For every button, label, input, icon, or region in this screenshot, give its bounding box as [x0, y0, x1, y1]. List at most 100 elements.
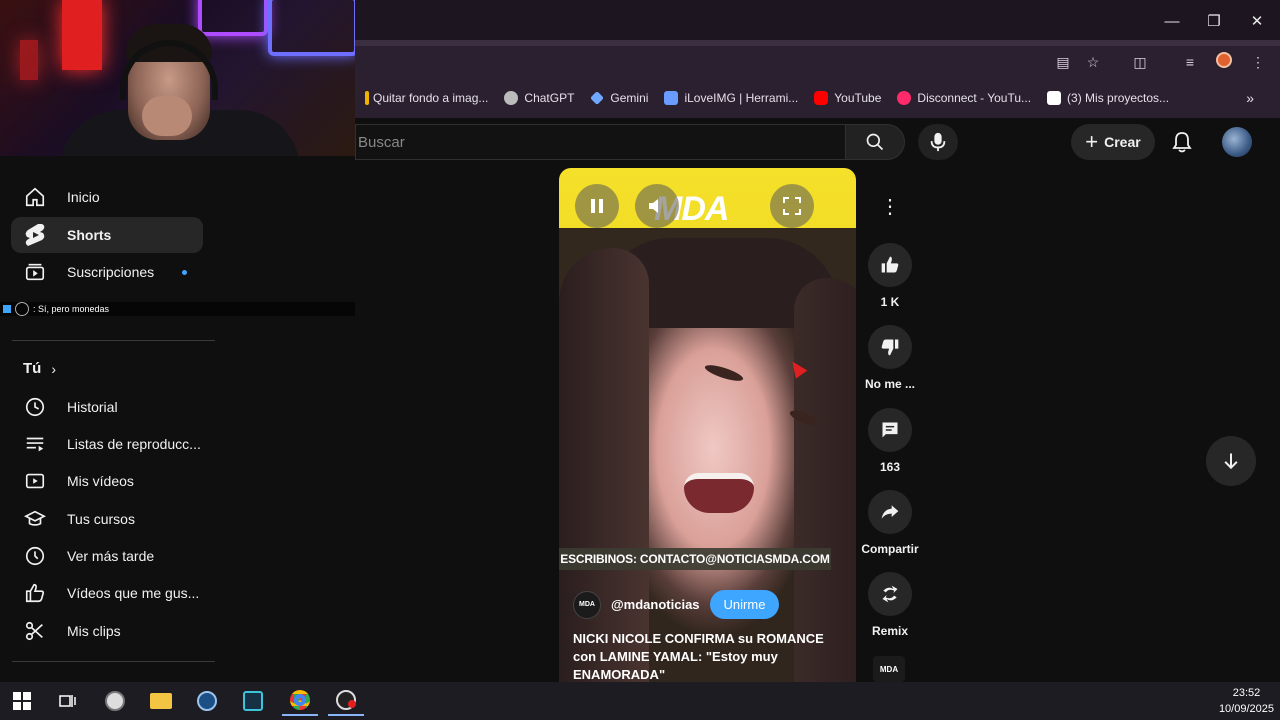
thumbs-up-icon	[23, 581, 47, 605]
plus-icon: +	[1085, 129, 1099, 154]
mute-button[interactable]	[635, 184, 679, 228]
sidebar-item-historial[interactable]: Historial	[11, 389, 203, 425]
thumbs-down-icon	[881, 339, 899, 356]
comments-button[interactable]	[868, 408, 912, 452]
bookmark-star-icon[interactable]: ☆	[1083, 52, 1103, 72]
channel-row: MDA @mdanoticias Unirme	[573, 590, 780, 619]
bookmark-item[interactable]: Gemini	[582, 84, 656, 112]
capcut-icon	[1047, 91, 1062, 105]
like-button[interactable]	[868, 243, 912, 287]
notifications-button[interactable]	[1166, 126, 1198, 158]
media-control-icon[interactable]: ≡	[1180, 52, 1200, 72]
install-app-icon[interactable]: ▤	[1053, 52, 1073, 72]
thumbs-up-icon	[881, 256, 899, 273]
courses-icon	[23, 507, 47, 531]
system-clock[interactable]: 23:52 10/09/2025	[1219, 685, 1274, 717]
voice-search-button[interactable]	[918, 124, 958, 160]
extensions-icon[interactable]: ◫	[1130, 52, 1150, 72]
close-icon[interactable]: ✕	[1245, 10, 1269, 34]
more-bookmarks-icon[interactable]: »	[1238, 84, 1262, 112]
channel-avatar[interactable]: MDA	[573, 590, 601, 619]
app-icon[interactable]	[97, 686, 133, 716]
sidebar-item-playlists[interactable]: Listas de reproducc...	[11, 426, 203, 462]
comments-action: 163	[862, 408, 918, 474]
scissors-icon	[23, 619, 47, 643]
file-explorer-icon[interactable]	[143, 686, 179, 716]
share-label: Compartir	[861, 542, 919, 556]
restore-icon[interactable]: ❐	[1202, 10, 1226, 34]
browser-toolbar: ▤ ☆ ◫ ≡ ⋮	[355, 46, 1280, 78]
windows-taskbar: 23:52 10/09/2025	[0, 682, 1280, 720]
bookmark-item[interactable]: iLoveIMG | Herrami...	[656, 84, 806, 112]
playlists-icon	[23, 432, 47, 456]
next-short-button[interactable]	[1206, 436, 1256, 486]
sidebar-item-inicio[interactable]: Inicio	[11, 179, 203, 215]
comment-icon	[882, 422, 898, 438]
pause-icon	[591, 199, 603, 213]
search-button[interactable]	[845, 124, 905, 160]
fullscreen-button[interactable]	[770, 184, 814, 228]
home-icon	[23, 185, 47, 209]
search-input[interactable]	[356, 125, 845, 159]
sidebar-item-tus-cursos[interactable]: Tus cursos	[11, 501, 203, 537]
windows-start-icon[interactable]	[4, 686, 40, 716]
steam-icon[interactable]	[189, 686, 225, 716]
sidebar-item-mis-clips[interactable]: Mis clips	[11, 613, 203, 649]
share-action: Compartir	[861, 490, 919, 556]
share-button[interactable]	[868, 490, 912, 534]
sidebar-item-label: Ver más tarde	[67, 548, 155, 564]
bookmark-item[interactable]: YouTube	[806, 84, 889, 112]
sidebar-item-liked-videos[interactable]: Vídeos que me gus...	[11, 575, 203, 611]
chevron-right-icon: ›	[51, 360, 56, 377]
audio-source-thumbnail[interactable]: MDA	[873, 656, 905, 682]
capcut-taskbar-icon[interactable]	[235, 686, 271, 716]
sidebar-item-label: Listas de reproducc...	[67, 436, 201, 452]
sidebar-item-mis-videos[interactable]: Mis vídeos	[11, 463, 203, 499]
minimize-icon[interactable]: —	[1160, 10, 1184, 34]
arrow-down-icon	[1224, 453, 1238, 470]
browser-menu-icon[interactable]: ⋮	[1248, 52, 1268, 72]
task-view-icon[interactable]	[50, 686, 86, 716]
sidebar-section-you[interactable]: Tú ›	[23, 360, 56, 377]
bookmark-favicon-icon	[365, 91, 369, 105]
account-avatar[interactable]	[1222, 127, 1252, 157]
join-button[interactable]: Unirme	[709, 590, 780, 619]
sidebar-item-suscripciones[interactable]: Suscripciones	[11, 254, 203, 290]
dislike-button[interactable]	[868, 325, 912, 369]
browser-titlebar: — ❐ ✕	[355, 0, 1280, 44]
chrome-taskbar-icon[interactable]	[282, 686, 318, 716]
channel-name-link[interactable]: @mdanoticias	[611, 597, 700, 612]
sidebar-item-label: Vídeos que me gus...	[67, 585, 200, 601]
like-action: 1 K	[862, 243, 918, 309]
subscriptions-icon	[23, 260, 47, 284]
create-label: Crear	[1104, 134, 1141, 150]
microphone-icon	[930, 132, 946, 152]
shorts-video-player[interactable]: MDA ESCRIBINOS: CONTACTO@NOTICIASMDA.COM…	[559, 168, 856, 682]
bookmark-item[interactable]: Disconnect - YouTu...	[889, 84, 1039, 112]
watch-later-icon	[23, 544, 47, 568]
sidebar-item-label: Shorts	[67, 227, 112, 243]
sidebar-divider	[12, 661, 215, 662]
pause-button[interactable]	[575, 184, 619, 228]
gemini-icon	[590, 91, 605, 105]
sidebar-item-shorts[interactable]: Shorts	[11, 217, 203, 253]
chat-text: : Sí, pero monedas	[33, 304, 110, 314]
bookmark-item[interactable]: (3) Mis proyectos...	[1039, 84, 1177, 112]
create-button[interactable]: + Crear	[1071, 124, 1155, 160]
new-content-dot	[182, 269, 187, 275]
bookmark-item[interactable]: ChatGPT	[496, 84, 582, 112]
volume-icon	[649, 199, 658, 213]
fullscreen-icon	[783, 197, 801, 215]
chat-avatar-icon	[15, 302, 29, 316]
more-vert-icon: ⋮	[880, 195, 900, 218]
sidebar-item-label: Historial	[67, 399, 118, 415]
obs-taskbar-icon[interactable]	[328, 686, 364, 716]
remix-button[interactable]	[868, 572, 912, 616]
bookmark-item[interactable]: Quitar fondo a imag...	[357, 84, 496, 112]
like-count: 1 K	[880, 295, 900, 309]
sidebar-item-ver-mas-tarde[interactable]: Ver más tarde	[11, 538, 203, 574]
profile-icon[interactable]	[1214, 52, 1234, 72]
video-title[interactable]: NICKI NICOLE CONFIRMA su ROMANCE con LAM…	[573, 630, 848, 682]
more-options-button[interactable]: ⋮	[868, 184, 912, 228]
sidebar-item-label: Tus cursos	[67, 511, 135, 527]
